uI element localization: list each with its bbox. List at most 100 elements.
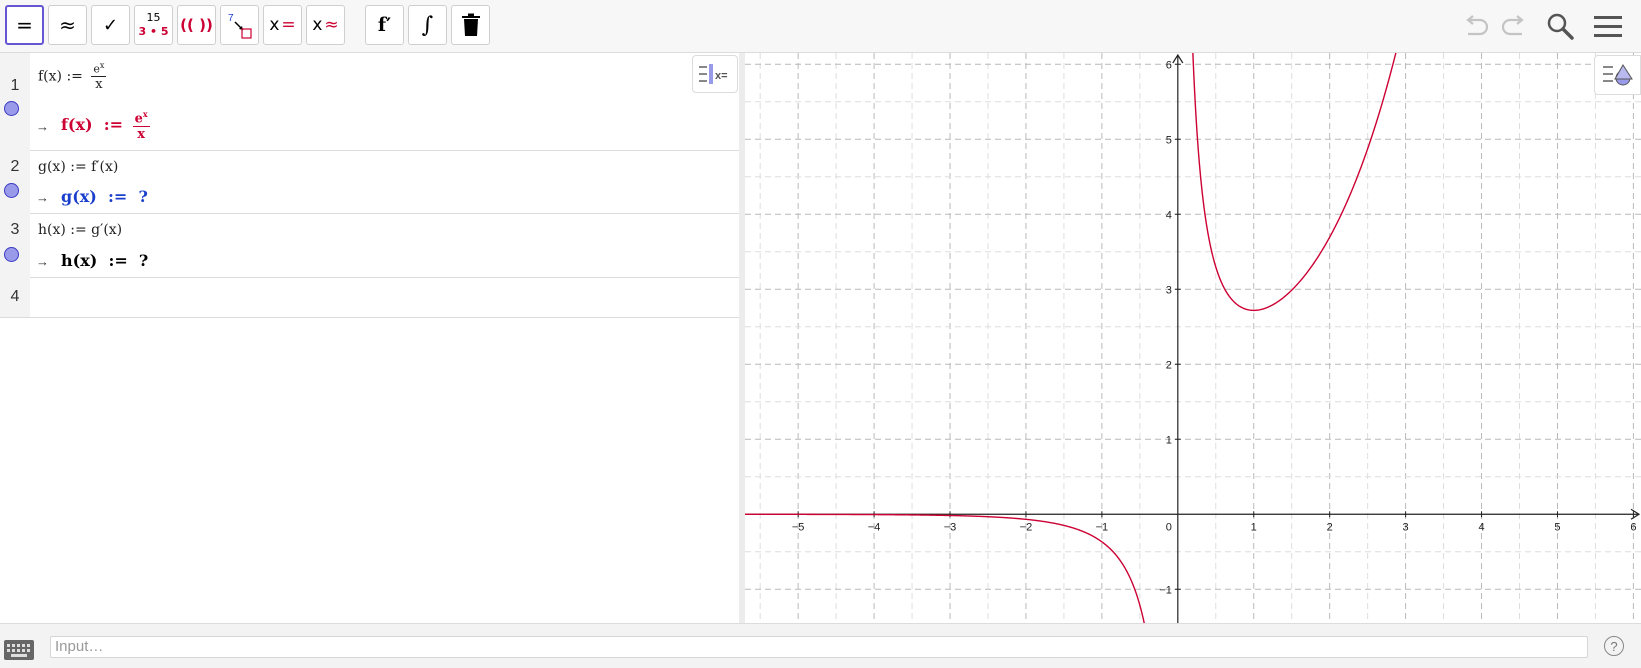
visibility-toggle[interactable] [4, 183, 19, 198]
cas-output-3: h(x) := ? [61, 251, 149, 270]
input-prefix: f(x) := [38, 68, 88, 85]
x-tick-label: −1 [1096, 521, 1109, 533]
input-bar: Input… ? [0, 623, 1641, 668]
solve-eq-label: = [281, 15, 296, 35]
nsolve-eq-label: ≈ [324, 15, 339, 35]
output-arrow: → [36, 119, 49, 134]
graph-canvas[interactable]: −5 −4 −3 −2 −1 0 1 2 3 4 5 6 6 5 4 3 2 1 −1 [745, 53, 1641, 623]
cas-input-1[interactable]: f(x) := ex x [38, 61, 107, 92]
integral-label: ∫ [421, 12, 434, 38]
input-denominator: x [95, 76, 103, 92]
substitute-icon: 7 [228, 13, 252, 39]
graphics-style-bar-toggle[interactable] [1594, 55, 1641, 95]
cas-row-4[interactable]: 4 [0, 277, 739, 318]
keyboard-icon[interactable] [4, 640, 34, 660]
solve-x-label: x [269, 15, 280, 35]
factor-top-label: 15 [146, 11, 161, 24]
x-tick-label: 1 [1251, 521, 1257, 533]
evaluate-button[interactable]: = [5, 5, 44, 45]
x-tick-label: −4 [868, 521, 881, 533]
algebra-style-bar-toggle[interactable]: x= [692, 55, 738, 93]
output-exponent: x [142, 109, 148, 119]
input-placeholder: Input… [55, 638, 104, 655]
row-number: 3 [10, 221, 20, 238]
keep-input-label: ✓ [102, 14, 119, 36]
cas-output-1: f(x) := ex x [61, 109, 150, 142]
y-tick-label: 3 [1166, 284, 1172, 296]
keyboard-keys [7, 644, 30, 657]
svg-text:7: 7 [228, 13, 234, 24]
visibility-toggle[interactable] [4, 247, 19, 262]
y-tick-label: 4 [1166, 209, 1172, 221]
input-field[interactable]: Input… [50, 636, 1588, 658]
keep-input-button[interactable]: ✓ [91, 5, 130, 45]
graphics-view[interactable]: −5 −4 −3 −2 −1 0 1 2 3 4 5 6 6 5 4 3 2 1 −1 [745, 53, 1641, 623]
visibility-toggle[interactable] [4, 101, 19, 116]
derivative-button[interactable]: f′ [365, 5, 404, 45]
expand-button[interactable]: (( )) [177, 5, 216, 45]
output-arrow: → [36, 190, 49, 205]
graphics-style-icon [1602, 64, 1633, 86]
x-tick-label: 2 [1327, 521, 1333, 533]
x-tick-label: 3 [1403, 521, 1409, 533]
y-tick-label: 6 [1166, 59, 1172, 71]
cas-row-2[interactable]: 2 g(x) := f′(x) → g(x) := ? [0, 150, 739, 214]
svg-text:x=: x= [715, 70, 728, 82]
numeric-button[interactable]: ≈ [48, 5, 87, 45]
cas-input-3[interactable]: h(x) := g′(x) [38, 222, 122, 238]
x-tick-label: 5 [1554, 521, 1560, 533]
output-prefix: f(x) := [61, 115, 124, 135]
cas-row-1[interactable]: 1 f(x) := ex x → f(x) := ex x [0, 53, 739, 151]
y-tick-label: 1 [1166, 434, 1172, 446]
derivative-label: f′ [377, 14, 392, 36]
evaluate-label: = [16, 13, 33, 37]
y-tick-label: −1 [1159, 584, 1172, 596]
substitute-button[interactable]: 7 [220, 5, 259, 45]
integral-button[interactable]: ∫ [408, 5, 447, 45]
x-tick-label: 0 [1166, 521, 1172, 533]
numeric-label: ≈ [59, 13, 76, 37]
x-tick-label: −2 [1020, 521, 1033, 533]
nsolve-button[interactable]: x ≈ [306, 5, 345, 45]
cas-output-2: g(x) := ? [61, 187, 148, 206]
redo-button[interactable] [1495, 8, 1533, 44]
search-button[interactable] [1541, 8, 1579, 44]
y-tick-label: 2 [1166, 359, 1172, 371]
undo-button[interactable] [1457, 8, 1495, 44]
row-number: 1 [10, 77, 20, 94]
grid-lines [745, 53, 1641, 623]
nsolve-x-label: x [312, 15, 323, 35]
cas-toolbar: = ≈ ✓ 15 3 • 5 (( )) 7 x = x ≈ f′ ∫ [0, 0, 1641, 53]
help-label: ? [1610, 638, 1618, 654]
factor-bottom-label: 3 • 5 [138, 25, 169, 38]
cas-input-2[interactable]: g(x) := f′(x) [38, 159, 118, 175]
trash-icon [461, 13, 480, 36]
redo-icon [1501, 15, 1524, 36]
output-denominator: x [137, 127, 145, 143]
y-tick-label: 5 [1166, 134, 1172, 146]
input-fraction: ex x [91, 61, 107, 92]
hamburger-menu-icon [1594, 16, 1622, 37]
delete-button[interactable] [451, 5, 490, 45]
output-arrow: → [36, 254, 49, 269]
algebra-style-icon: x= [699, 64, 728, 84]
input-exponent: x [99, 61, 105, 70]
output-numerator: e [134, 111, 143, 127]
x-tick-label: −3 [944, 521, 957, 533]
cas-view: 1 f(x) := ex x → f(x) := ex x 2 g(x) := … [0, 53, 740, 623]
factor-button[interactable]: 15 3 • 5 [134, 5, 173, 45]
row-number: 2 [10, 158, 20, 175]
expand-label: (( )) [180, 16, 213, 34]
x-tick-label: 6 [1630, 521, 1636, 533]
row-number: 4 [10, 288, 20, 305]
function-f-right-branch[interactable] [1192, 53, 1405, 312]
solve-button[interactable]: x = [263, 5, 302, 45]
main-menu-button[interactable] [1589, 8, 1627, 44]
cas-row-3[interactable]: 3 h(x) := g′(x) → h(x) := ? [0, 213, 739, 278]
help-icon[interactable]: ? [1604, 636, 1624, 656]
search-icon [1547, 13, 1574, 40]
x-tick-label: −5 [792, 521, 805, 533]
x-tick-label: 4 [1478, 521, 1484, 533]
undo-icon [1466, 15, 1489, 36]
output-fraction: ex x [132, 109, 150, 143]
